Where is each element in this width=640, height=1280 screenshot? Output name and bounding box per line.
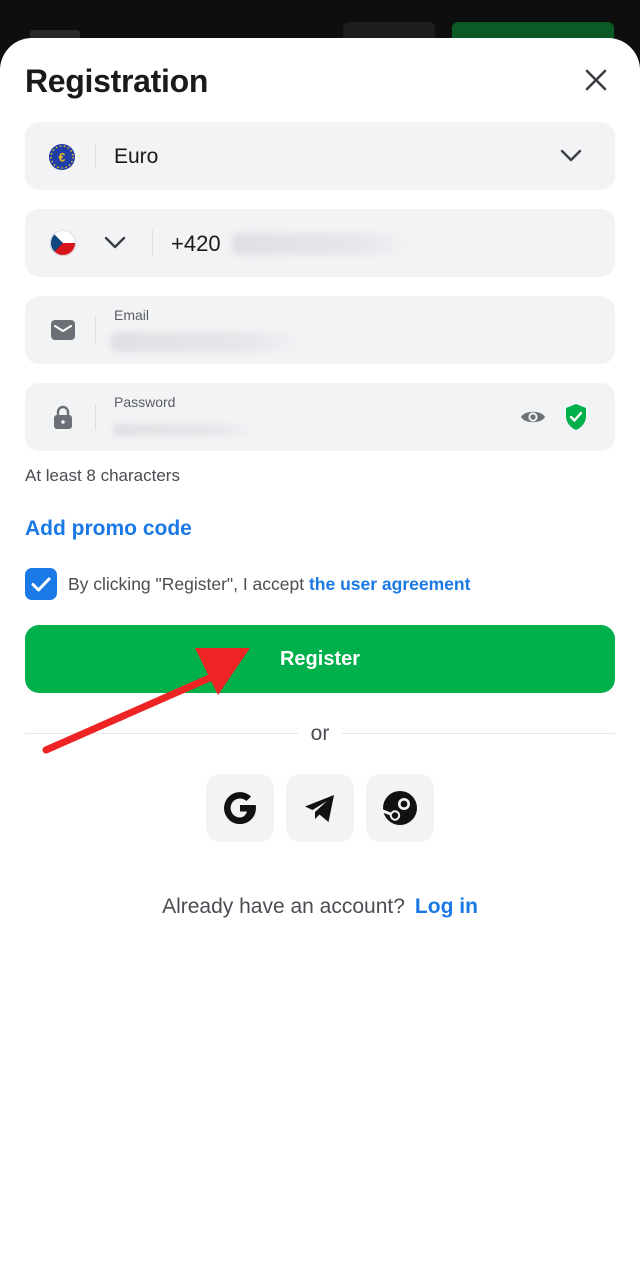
google-icon — [224, 792, 257, 825]
divider — [152, 230, 153, 256]
divider — [25, 733, 298, 734]
add-promo-code-link[interactable]: Add promo code — [25, 517, 192, 541]
page-title: Registration — [25, 63, 209, 99]
currency-symbol: € — [59, 151, 66, 165]
steam-icon — [381, 791, 417, 825]
chevron-down-icon — [560, 149, 582, 162]
close-icon — [585, 69, 607, 91]
login-prompt: Already have an account? Log in — [0, 895, 640, 919]
divider — [95, 404, 96, 430]
agreement-checkbox[interactable] — [25, 568, 57, 600]
divider — [95, 317, 96, 343]
lock-icon — [54, 405, 72, 429]
phone-number-redacted — [232, 233, 412, 255]
login-prompt-text: Already have an account? — [162, 895, 405, 918]
email-field[interactable]: Email — [25, 296, 615, 364]
agreement-text: By clicking "Register", I accept the use… — [68, 574, 470, 595]
agreement-label: By clicking "Register", I accept — [68, 574, 309, 594]
telegram-login-button[interactable] — [286, 774, 354, 842]
country-dial-code: +420 — [171, 231, 221, 256]
password-value-redacted — [113, 424, 258, 436]
steam-login-button[interactable] — [366, 774, 434, 842]
eye-icon[interactable] — [519, 405, 547, 429]
password-hint: At least 8 characters — [25, 466, 180, 485]
chevron-down-icon — [104, 236, 126, 249]
password-label: Password — [114, 394, 176, 410]
user-agreement-link[interactable]: the user agreement — [309, 574, 470, 594]
currency-label: Euro — [114, 145, 159, 168]
shield-check-icon — [566, 404, 586, 430]
email-value-redacted — [111, 332, 306, 352]
close-button[interactable] — [578, 62, 614, 98]
login-link[interactable]: Log in — [415, 895, 478, 918]
or-separator: or — [310, 722, 330, 745]
register-button[interactable]: Register — [25, 625, 615, 693]
checkmark-icon — [31, 577, 51, 592]
password-field[interactable]: Password — [25, 383, 615, 451]
envelope-icon — [51, 320, 75, 340]
czech-flag-icon — [50, 230, 76, 256]
country-code-select[interactable] — [25, 209, 145, 277]
currency-select[interactable]: € Euro — [25, 122, 615, 190]
divider — [342, 733, 615, 734]
google-login-button[interactable] — [206, 774, 274, 842]
phone-field[interactable]: +420 — [25, 209, 615, 277]
telegram-icon — [305, 795, 334, 822]
divider — [95, 143, 96, 169]
euro-flag-icon: € — [49, 144, 75, 170]
email-label: Email — [114, 307, 150, 323]
